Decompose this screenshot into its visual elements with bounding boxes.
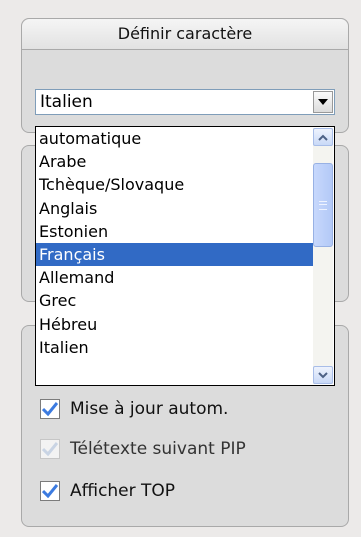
charset-panel-title: Définir caractère <box>22 19 348 50</box>
checkmark-icon <box>42 442 58 456</box>
auto-update-label: Mise à jour autom. <box>70 399 229 419</box>
teletext-pip-option: Télétexte suivant PIP <box>40 436 246 462</box>
charset-option-allemand[interactable]: Allemand <box>36 266 314 289</box>
charset-options: automatique Arabe Tchèque/Slovaque Angla… <box>36 127 314 359</box>
chevron-down-icon <box>318 99 328 105</box>
checkmark-icon <box>42 402 58 416</box>
charset-select[interactable]: Italien <box>35 89 335 115</box>
charset-option-grec[interactable]: Grec <box>36 289 314 312</box>
charset-option-tcheque-slovaque[interactable]: Tchèque/Slovaque <box>36 173 314 196</box>
charset-option-hebreu[interactable]: Hébreu <box>36 313 314 336</box>
charset-dropdown-list: automatique Arabe Tchèque/Slovaque Angla… <box>35 126 335 386</box>
charset-select-value: Italien <box>40 92 93 112</box>
charset-option-italien[interactable]: Italien <box>36 336 314 359</box>
charset-option-estonien[interactable]: Estonien <box>36 220 314 243</box>
charset-panel: Définir caractère <box>21 18 349 133</box>
grip-icon <box>319 200 327 210</box>
show-top-checkbox[interactable] <box>40 481 60 501</box>
show-top-option[interactable]: Afficher TOP <box>40 478 175 504</box>
charset-option-automatique[interactable]: automatique <box>36 127 314 150</box>
teletext-pip-checkbox <box>40 439 60 459</box>
teletext-pip-label: Télétexte suivant PIP <box>70 439 246 459</box>
scroll-down-button[interactable] <box>313 366 333 384</box>
checkmark-icon <box>42 484 58 498</box>
auto-update-option[interactable]: Mise à jour autom. <box>40 396 228 422</box>
scroll-thumb[interactable] <box>313 163 333 247</box>
dropdown-scrollbar[interactable] <box>313 128 333 384</box>
chevron-up-icon <box>318 134 328 141</box>
scroll-up-button[interactable] <box>313 128 333 146</box>
charset-option-anglais[interactable]: Anglais <box>36 197 314 220</box>
charset-option-francais[interactable]: Français <box>36 242 314 267</box>
charset-option-arabe[interactable]: Arabe <box>36 150 314 173</box>
dropdown-arrow-button[interactable] <box>313 91 333 113</box>
show-top-label: Afficher TOP <box>70 481 176 501</box>
chevron-down-icon <box>318 371 328 378</box>
auto-update-checkbox[interactable] <box>40 399 60 419</box>
